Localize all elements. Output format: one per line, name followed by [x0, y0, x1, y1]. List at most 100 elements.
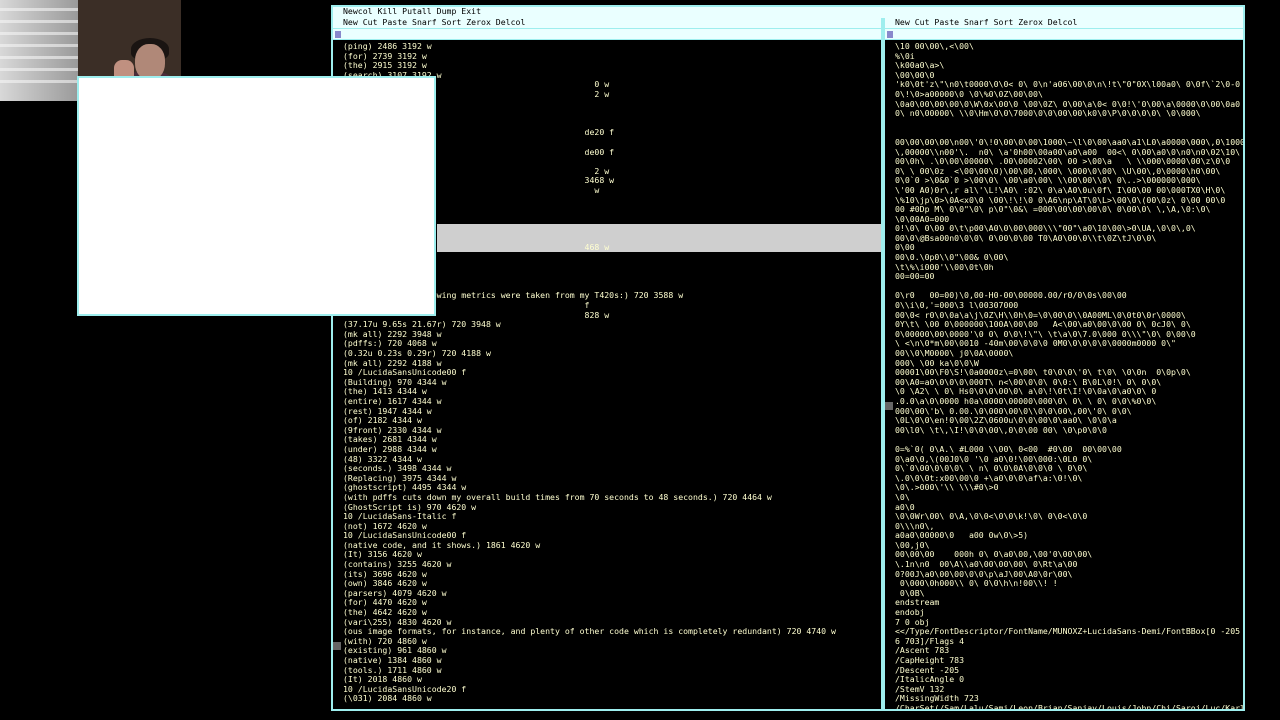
acme-editor: Newcol Kill Putall Dump Exit New Cut Pas…: [331, 5, 1245, 711]
text-line: 10 /LucidaSansUnicode20 f: [343, 684, 467, 694]
text-line: /CapHeight 783: [895, 656, 965, 665]
text-line: \,00000\\n00'\. n0\ \a'0h00\00a00\a0\a00…: [895, 147, 1243, 157]
text-line: (vari\255) 4830 4620 w: [343, 617, 452, 627]
text-line: \ <\n\0*m\00\0010 -40m\00\0\0\0 0M0\0\0\…: [895, 339, 1176, 349]
text-line: 0\0B\: [895, 588, 925, 598]
window-body-pdffs-pdf[interactable]: \10 00\00\,<\00\ %\0i \k00a0\a>\ \00\00\0'k…: [895, 42, 1243, 709]
text-line: (with) 720 4860 w: [343, 636, 427, 646]
text-line: [895, 128, 1243, 138]
window-tag-pdffs-pdf[interactable]: /sys/doc/pdffs.pdf Del Snarf | Look Get: [885, 29, 1243, 47]
column-tag[interactable]: New Cut Paste Snarf Sort Zerox Delcol: [333, 17, 881, 29]
text-line: /CharSet(/Sam/Lalu/Sami/Leon/Brian/Sanja…: [895, 703, 1243, 709]
text-line: (not) 1672 4620 w: [343, 521, 427, 531]
text-line: \10 00\00\,<\00\: [895, 42, 974, 51]
window-layout-box[interactable]: [887, 31, 893, 38]
text-line: 0\00: [895, 243, 915, 253]
text-line: \00,j0\: [895, 540, 930, 550]
text-line: endobj: [895, 608, 925, 618]
text-line: /Descent -205: [895, 665, 960, 675]
blind-slat: [0, 32, 78, 35]
blind-slat: [0, 44, 78, 47]
scroll-thumb[interactable]: [333, 642, 341, 650]
text-line: (the) 4642 4620 w: [343, 608, 427, 618]
text-line: 0=%`0( 0\A.\ #L000 \\00\ 0<00 #0\00 00\0…: [895, 444, 1122, 454]
scrollbar[interactable]: [885, 42, 893, 709]
text-line: 0\ \ 00\0z <\00\00\0)\00\00,\000\ \000\0…: [895, 166, 1221, 176]
window-tag-pdffs-ps[interactable]: /sys/doc/pdffs.ps Del Snarf | Look: [333, 29, 881, 47]
text-line: (pdffs:) 720 4068 w: [343, 339, 437, 349]
text-line: 0?00J\a0\00\00\0\0\p\aJ\00\A0\0r\00\: [895, 569, 1073, 579]
text-line: (mk all) 2292 3948 w: [343, 329, 442, 339]
text-line: .0.0\a\0\0000 h0a\0000\00000\000\0\ 0\ \…: [895, 396, 1157, 406]
blind-slat: [0, 56, 78, 59]
text-line: 0!\0\ 0\00 0\t\p00\A0\0\00\000\\\"00"\a0…: [895, 224, 1196, 234]
text-line: [895, 435, 1243, 445]
text-line: 00\l0\ \t\,\I!\0\0\00\,0\0\00 00\ \0\p0\…: [895, 425, 1107, 435]
text-line: 00\0h\ .\0\00\00000\ .00\00002\00\ 00 >\…: [895, 157, 1231, 167]
text-line: 00 #0Dp M\ 0\0"\0\ p\0"\0&\ =000\00\00\0…: [895, 205, 1211, 215]
blind-slat: [0, 80, 78, 83]
text-line: <</Type/FontDescriptor/FontName/MUNOXZ+L…: [895, 627, 1243, 637]
text-line: (of) 2182 4344 w: [343, 416, 422, 426]
text-line: /Ascent 783: [895, 646, 950, 656]
text-line: (ping) 2486 3192 w: [343, 42, 432, 51]
text-line: (existing) 961 4860 w: [343, 646, 447, 656]
text-line: 00\0\@Bsa00n0\0\0\ 0\00\0\00 T0\A0\00\0\…: [895, 233, 1157, 243]
text-line: 00\0.\0p0\\0"\00& 0\00\: [895, 253, 1009, 263]
text-line: /StemV 132: [895, 684, 945, 694]
text-line: 000\00\'b\ 0.00.\0\000\00\0\\0\0\00\,00\…: [895, 406, 1132, 416]
text-line: 0\r0 00=00)\0,00-H0-00\00000.00/r0/0\0s\…: [895, 291, 1127, 301]
text-line: (own) 3846 4620 w: [343, 579, 427, 589]
text-line: \0 \A2\ \ 0\ Hs0\0\0\00\0\ a\0\!\0t\I!\0…: [895, 387, 1157, 397]
text-line: (its) 3696 4620 w: [343, 569, 427, 579]
text-line: 6 703]/Flags 4: [895, 636, 965, 646]
blind-slat: [0, 68, 78, 71]
text-line: 000\ \00 ka\0\0\W: [895, 358, 979, 368]
text-line: (37.17u 9.65s 21.67r) 720 3948 w: [343, 320, 501, 330]
text-line: (It) 2018 4860 w: [343, 675, 422, 685]
text-line: 00\0< r0\0\0a\a\j\0Z\H\\0h\0=\0\00\0\\0A…: [895, 310, 1186, 320]
text-line: 0\a0\0,\(00J0\0 '\0 a0\0!\00\000:\0L0 0\: [895, 454, 1093, 464]
text-line: 0Y\t\ \00 0\000000\100A\00\00 A<\00\a0\0…: [895, 320, 1191, 330]
text-line: (Building) 970 4344 w: [343, 377, 447, 387]
blank-overlay-window: [77, 76, 436, 316]
text-line: \0L\0\0\en!0\00\2Z\0600u\0\0\00\0\aa0\ \…: [895, 416, 1117, 426]
text-line: (native) 1384 4860 w: [343, 656, 442, 665]
text-line: (48) 3322 4344 w: [343, 454, 422, 464]
text-line: (the) 1413 4344 w: [343, 387, 427, 397]
text-line: \.0\0\0t:x00\00\0 +\a0\0\0\af\a:\0!\0\: [895, 473, 1083, 483]
text-line: (with pdffs cuts down my overall build t…: [343, 492, 772, 502]
text-line: \0\: [895, 492, 910, 502]
text-line: 0\\\n0\,: [895, 521, 935, 531]
text-line: 0\!\0>a00000\0 \0\%0\0Z\00\00\: [895, 89, 1043, 99]
text-line: (for) 2739 3192 w: [343, 51, 427, 61]
text-line: 0\00000\00\0000'\0 0\ 0\0\!\"\ \t\a\0\7.…: [895, 329, 1196, 339]
text-line: (contains) 3255 4620 w: [343, 560, 452, 570]
text-line: \t\%\i000'\\00\0t\0h: [895, 262, 994, 272]
text-line: (9front) 2330 4344 w: [343, 425, 442, 435]
text-line: (parsers) 4079 4620 w: [343, 588, 447, 598]
text-line: 0\000\0h000\\ 0\ 0\0\h\n!00\\! !: [895, 579, 1058, 589]
text-line: (ous image formats, for instance, and pl…: [343, 627, 836, 637]
text-line: a0a0\00000\0 a00 0w\0\>5): [895, 531, 1029, 541]
text-line: 7 0 obj: [895, 617, 930, 627]
text-line: 00\00\00 000h 0\ 0\a0\00,\00'0\00\00\: [895, 550, 1093, 560]
text-line: (seconds.) 3498 4344 w: [343, 464, 452, 474]
text-line: \%10\jp\0>\0A<x0\0 \00\!\!\0 0\A6\np\AT\…: [895, 195, 1226, 205]
text-line: (Replacing) 3975 4344 w: [343, 473, 457, 483]
text-line: (takes) 2681 4344 w: [343, 435, 437, 445]
scroll-thumb[interactable]: [885, 402, 893, 410]
text-line: 00\A0=a0\0\0\0\000T\ n<\00\0\0\ 0\0:\ B\…: [895, 377, 1162, 387]
column-tag[interactable]: New Cut Paste Snarf Sort Zerox Delcol: [885, 17, 1243, 29]
text-line: 10 /LucidaSans-Italic f: [343, 512, 457, 522]
window-layout-box[interactable]: [335, 31, 341, 38]
text-line: (\031) 2084 4860 w: [343, 694, 432, 704]
column-right: New Cut Paste Snarf Sort Zerox Delcol /s…: [885, 17, 1243, 709]
text-line: endstream: [895, 598, 940, 608]
text-line: 0\`0\00\0\0\0\ \ n\ 0\0\0A\0\0\0 \ 0\0\: [895, 464, 1088, 474]
text-line: (native code, and it shows.) 1861 4620 w: [343, 540, 541, 550]
text-line: \k00a0\a>\: [895, 61, 945, 71]
text-line: 'k0\0t'z\"\n0\t0000\0\0< 0\ 0\n'a06\00\0…: [895, 80, 1241, 90]
text-line: \0\.>000\'\\ \\\#0\>0: [895, 483, 999, 493]
text-line: (GhostScript is) 970 4620 w: [343, 502, 477, 512]
